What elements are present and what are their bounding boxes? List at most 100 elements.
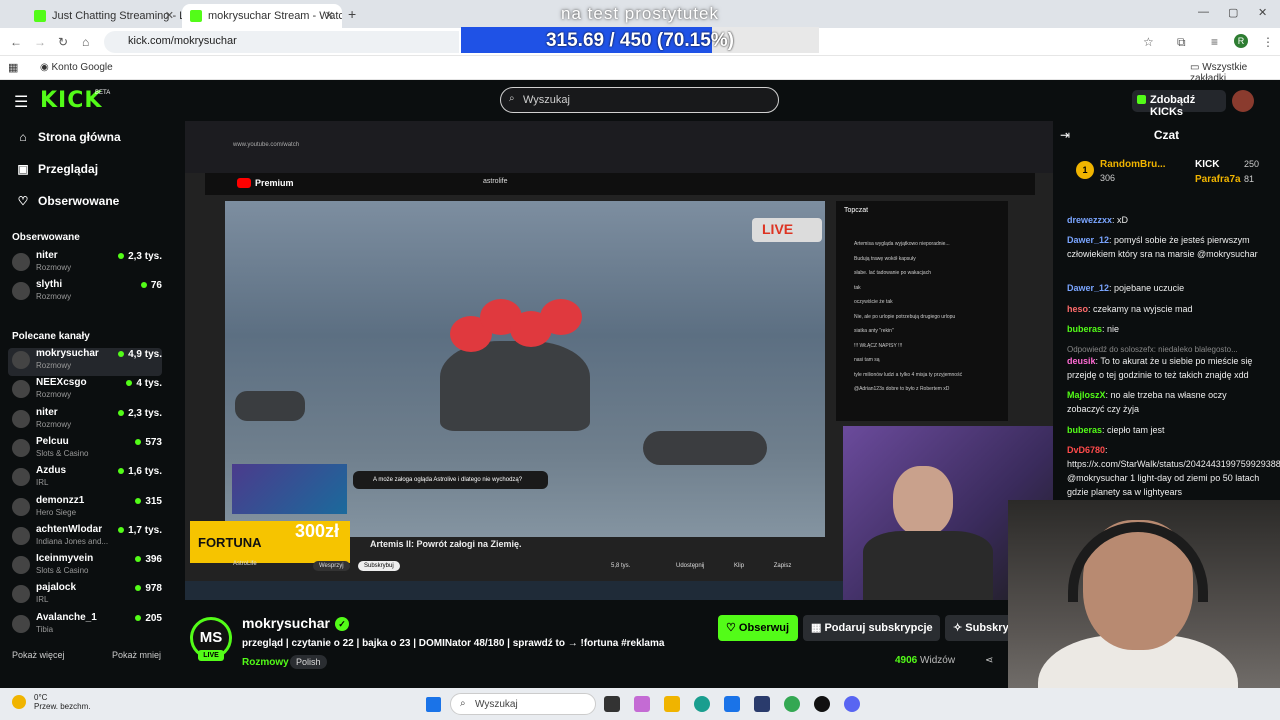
bookmark-google[interactable]: ◉ Konto Google — [40, 62, 113, 73]
sidebar-channel-pelcuu[interactable]: Pelcuu Slots & Casino 573 — [8, 436, 162, 464]
channel-name: niter — [36, 250, 58, 261]
windows-start-icon[interactable] — [426, 697, 441, 712]
video-player[interactable]: www.youtube.com/watch Premium astrolife … — [185, 121, 1053, 600]
sidebar-channel-pajalock[interactable]: pajalock IRL 978 — [8, 582, 162, 610]
new-tab-icon[interactable]: + — [348, 6, 356, 22]
chat-username[interactable]: Dawer_12 — [1067, 283, 1109, 293]
show-more-link[interactable]: Pokaż więcej — [12, 650, 65, 660]
yt-chat-line: !!! WŁĄCZ NAPISY !!! — [854, 342, 903, 349]
nav-browse[interactable]: ▣ Przeglądaj — [16, 162, 98, 176]
live-dot — [118, 253, 125, 259]
share-icon[interactable]: ⋖ — [985, 655, 993, 666]
tab-just-chatting[interactable]: Just Chatting Streaming - Live S ✕ — [26, 4, 182, 28]
captured-browser-chrome — [185, 121, 1053, 173]
live-dot — [118, 409, 125, 416]
viewer-count-text: 1,7 tys. — [128, 524, 162, 536]
home-icon: ⌂ — [19, 130, 27, 144]
sidebar-channel-niter[interactable]: niter Rozmowy 2,3 tys. — [8, 250, 162, 278]
profile-avatar[interactable]: R — [1234, 34, 1248, 48]
hamburger-menu-icon[interactable]: ☰ — [14, 92, 28, 112]
reading-list-icon[interactable]: ≡ — [1211, 35, 1218, 49]
sidebar-channel-demonzz1[interactable]: demonzz1 Hero Siege 315 — [8, 495, 162, 523]
follow-button[interactable]: ♡ Obserwuj — [718, 615, 798, 641]
chat-username[interactable]: buberas — [1067, 425, 1102, 435]
back-icon[interactable]: ← — [10, 35, 22, 49]
live-dot — [118, 351, 125, 357]
sidebar-channel-avalanche_1[interactable]: Avalanche_1 Tibia 205 — [8, 612, 162, 640]
stream-category[interactable]: Rozmowy — [242, 657, 289, 668]
tab-title: mokrysuchar Stream - Watch Li — [208, 10, 342, 22]
nav-label: Strona główna — [38, 130, 121, 144]
star-icon: ✧ — [953, 622, 966, 634]
subscribe-button[interactable]: ✧ Subskry — [945, 615, 1015, 641]
user-avatar[interactable] — [1232, 90, 1254, 112]
show-less-link[interactable]: Pokaż mniej — [112, 650, 161, 660]
live-dot — [135, 556, 142, 563]
flotation-balloon — [540, 299, 582, 335]
channel-category: Rozmowy — [36, 292, 72, 302]
close-window-icon[interactable]: ✕ — [1258, 6, 1267, 19]
nav-home[interactable]: ⌂ Strona główna — [16, 130, 121, 144]
discord-icon[interactable] — [844, 696, 860, 712]
forward-icon[interactable]: → — [34, 35, 46, 49]
sidebar-channel-slythi[interactable]: slythi Rozmowy 76 — [8, 279, 162, 307]
nav-following[interactable]: ♡ Obserwowane — [16, 194, 120, 208]
kick-logo[interactable]: KICK — [40, 88, 102, 113]
heart-icon: ♡ — [17, 194, 29, 208]
chat-text: https://x.com/StarWalk/status/2042443199… — [1067, 459, 1280, 497]
streamer-name[interactable]: mokrysuchar — [242, 615, 330, 631]
apps-grid-icon[interactable]: ▦ — [8, 61, 18, 74]
chat-text: Odpowiedź do soloszefx: niedaleko blaleg… — [1067, 345, 1238, 354]
sidebar-channel-iceinmyvein[interactable]: Iceinmyvein Slots & Casino 396 — [8, 553, 162, 581]
channel-viewers: 4 tys. — [126, 378, 162, 389]
taskbar-search[interactable]: ⌕ Wyszukaj — [450, 693, 596, 715]
chat-username[interactable]: buberas — [1067, 324, 1102, 334]
chat-username[interactable]: deusik — [1067, 356, 1096, 366]
leader-3-name: Parafra7a — [1195, 174, 1241, 185]
outlook-icon[interactable] — [724, 696, 740, 712]
channel-avatar — [12, 409, 30, 428]
kick-coin-icon — [1137, 95, 1146, 104]
task-view-icon[interactable] — [604, 696, 620, 712]
home-icon[interactable]: ⌂ — [82, 35, 89, 49]
extensions-icon[interactable]: ⧉ — [1177, 35, 1186, 50]
chat-username[interactable]: Dawer_12 — [1067, 235, 1109, 245]
close-tab-icon[interactable]: ✕ — [325, 9, 334, 22]
kick-favicon — [190, 10, 202, 22]
sidebar-channel-neexcsgo[interactable]: NEEXcsgo Rozmowy 4 tys. — [8, 377, 162, 405]
get-kicks-button[interactable]: Zdobądź KICKs — [1132, 90, 1226, 118]
menu-kebab-icon[interactable]: ⋮ — [1262, 35, 1274, 49]
chat-username[interactable]: DvD6780 — [1067, 445, 1105, 455]
sidebar-channel-azdus[interactable]: Azdus IRL 1,6 tys. — [8, 465, 162, 493]
gift-subs-button[interactable]: ▦ Podaruj subskrypcje — [803, 615, 940, 641]
search-placeholder: Wyszukaj — [523, 94, 570, 106]
maximize-icon[interactable]: ▢ — [1228, 6, 1238, 19]
viewer-count-text: 205 — [145, 612, 162, 624]
sidebar-channel-achtenwlodar[interactable]: achtenWlodar Indiana Jones and... 1,7 tys. — [8, 524, 162, 552]
minimize-icon[interactable]: — — [1198, 6, 1209, 18]
copilot-icon[interactable] — [634, 696, 650, 712]
language-tag[interactable]: Polish — [290, 655, 327, 669]
search-input[interactable]: ⌕ Wyszukaj — [500, 87, 779, 113]
edge-icon[interactable] — [694, 696, 710, 712]
close-tab-icon[interactable]: ✕ — [165, 9, 174, 22]
app-icon[interactable] — [814, 696, 830, 712]
store-icon[interactable] — [754, 696, 770, 712]
weather-widget[interactable]: 0°C Przew. bezchm. — [12, 693, 90, 711]
chat-username[interactable]: drewezzxx — [1067, 215, 1112, 225]
sidebar-channel-niter[interactable]: niter Rozmowy 2,3 tys. — [8, 407, 162, 435]
reload-icon[interactable]: ↻ — [58, 35, 68, 49]
chat-username[interactable]: MajloszX — [1067, 390, 1106, 400]
chrome-icon[interactable] — [784, 696, 800, 712]
goal-progress-bar: 315.69 / 450 (70.15%) — [461, 27, 819, 53]
bookmark-star-icon[interactable]: ☆ — [1143, 35, 1154, 49]
sidebar-channel-mokrysuchar[interactable]: mokrysuchar Rozmowy 4,9 tys. — [8, 348, 162, 376]
file-explorer-icon[interactable] — [664, 696, 680, 712]
question-overlay: A może załoga ogląda Astrolive i dlatego… — [353, 471, 548, 489]
url-field[interactable]: kick.com/mokrysuchar — [104, 31, 459, 53]
chat-username[interactable]: heso — [1067, 304, 1088, 314]
save-label: Zapisz — [773, 563, 792, 569]
captured-url: www.youtube.com/watch — [233, 142, 300, 148]
channel-viewers: 4,9 tys. — [118, 349, 162, 360]
tab-mokrysuchar[interactable]: mokrysuchar Stream - Watch Li ✕ — [182, 4, 342, 28]
